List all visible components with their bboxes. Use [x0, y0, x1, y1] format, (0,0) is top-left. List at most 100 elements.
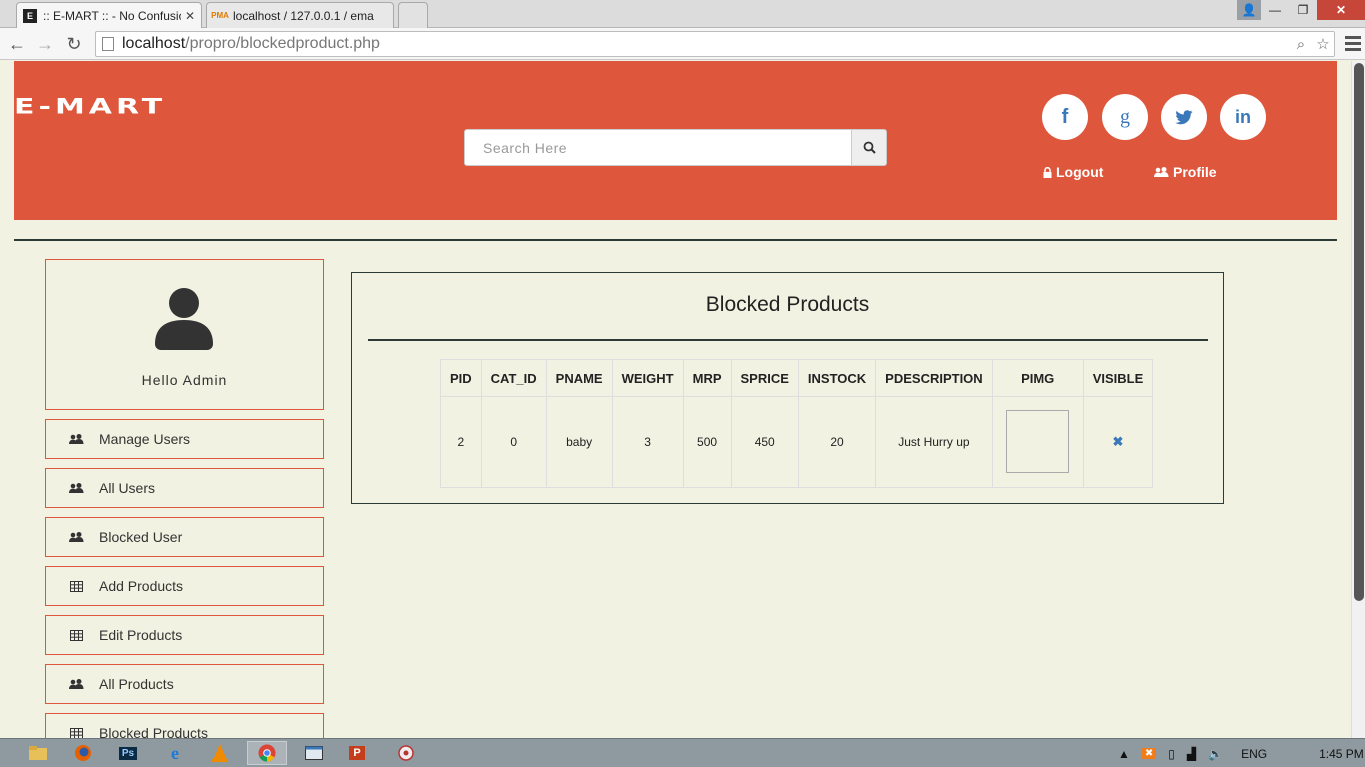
title-divider: [368, 339, 1208, 341]
close-tab-icon[interactable]: ✕: [185, 9, 195, 23]
sidebar-item-label: Manage Users: [99, 431, 191, 447]
page-scrollbar[interactable]: [1351, 61, 1365, 738]
logout-label: Logout: [1056, 164, 1104, 180]
chrome-icon[interactable]: [247, 741, 287, 765]
sidebar-item-all-products[interactable]: All Products: [45, 664, 324, 704]
search-zoom-icon[interactable]: ⌕: [1290, 36, 1312, 53]
address-bar[interactable]: localhost/propro/blockedproduct.php ⌕ ☆: [95, 31, 1335, 57]
users-icon: [67, 481, 85, 495]
browser-tab-strip: E :: E-MART :: - No Confusio ✕ PMA local…: [0, 0, 1365, 28]
bookmark-star-icon[interactable]: ☆: [1312, 35, 1334, 53]
show-hidden-icons-icon[interactable]: ▲: [1118, 747, 1130, 761]
broken-image-placeholder: [1006, 409, 1070, 473]
sidebar-item-label: All Users: [99, 480, 156, 496]
unblock-x-icon[interactable]: ✖: [1113, 434, 1124, 449]
forward-arrow-icon[interactable]: →: [33, 32, 57, 56]
sidebar-item-all-users[interactable]: All Users: [45, 468, 324, 508]
browser-tab-phpmyadmin[interactable]: PMA localhost / 127.0.0.1 / ema: [206, 2, 394, 28]
admin-profile-card: Hello Admin: [45, 259, 324, 410]
paint-app-icon[interactable]: [386, 741, 426, 765]
column-header: MRP: [682, 359, 732, 397]
sidebar-item-blocked-user[interactable]: Blocked User: [45, 517, 324, 557]
column-header: CAT_ID: [480, 359, 547, 397]
cell-pid: 2: [440, 396, 482, 488]
sidebar-item-label: All Products: [99, 676, 174, 692]
cell-pname: baby: [545, 396, 613, 488]
profile-label: Profile: [1173, 164, 1217, 180]
reload-icon[interactable]: ↻: [62, 32, 86, 56]
maximize-icon[interactable]: ❐: [1289, 0, 1317, 20]
profile-link[interactable]: Profile: [1154, 164, 1217, 180]
close-window-icon[interactable]: ✕: [1317, 0, 1365, 20]
emart-favicon-icon: E: [23, 8, 37, 23]
users-icon: [1154, 166, 1169, 177]
users-icon: [67, 677, 85, 691]
internet-explorer-icon[interactable]: e: [155, 741, 195, 765]
column-header: VISIBLE: [1082, 359, 1154, 397]
user-avatar-icon: [155, 288, 213, 350]
user-profile-icon[interactable]: 👤: [1237, 0, 1261, 20]
column-header: PIMG: [991, 359, 1084, 397]
vlc-icon[interactable]: [200, 741, 240, 765]
minimize-icon[interactable]: —: [1261, 0, 1289, 20]
back-arrow-icon[interactable]: ←: [5, 32, 29, 56]
firefox-icon[interactable]: [63, 741, 103, 765]
clock[interactable]: 1:45 PM: [1319, 747, 1364, 761]
column-header: PNAME: [545, 359, 613, 397]
facebook-icon[interactable]: f: [1042, 94, 1088, 140]
cell-mrp: 500: [682, 396, 732, 488]
file-explorer-icon[interactable]: [18, 741, 58, 765]
system-tray: ▲ ✖ ▯ ▟ 🔈 ENG 1:45 PM: [1118, 739, 1364, 767]
window-app-icon[interactable]: [294, 741, 334, 765]
logout-link[interactable]: Logout: [1043, 164, 1103, 180]
page-viewport: E-MART f g in Logout: [0, 61, 1351, 738]
browser-tab-emart[interactable]: E :: E-MART :: - No Confusio ✕: [16, 2, 202, 28]
tab-title: localhost / 127.0.0.1 / ema: [233, 8, 374, 23]
twitter-icon[interactable]: [1161, 94, 1207, 140]
windows-taskbar: Ps e P ▲ ✖ ▯ ▟ 🔈 ENG 1:45 PM: [0, 738, 1365, 767]
language-indicator[interactable]: ENG: [1241, 747, 1267, 761]
table-icon: [67, 579, 85, 593]
powerpoint-icon[interactable]: P: [337, 741, 377, 765]
column-header: PID: [440, 359, 482, 397]
products-table: PID CAT_ID PNAME WEIGHT MRP SPRICE INSTO…: [440, 359, 1154, 488]
search-button[interactable]: [852, 129, 887, 166]
search-input[interactable]: [464, 129, 852, 166]
phpmyadmin-favicon-icon: PMA: [211, 11, 229, 20]
xampp-icon[interactable]: ✖: [1141, 748, 1157, 759]
sidebar-item-label: Edit Products: [99, 627, 183, 643]
network-icon[interactable]: ▟: [1187, 747, 1196, 761]
cell-instock: 20: [797, 396, 877, 488]
sidebar-item-edit-products[interactable]: Edit Products: [45, 615, 324, 655]
lock-icon: [1043, 166, 1052, 178]
sidebar-item-blocked-products[interactable]: Blocked Products: [45, 713, 324, 738]
scrollbar-thumb[interactable]: [1354, 63, 1364, 601]
search-icon: [863, 141, 876, 154]
search-bar: [464, 129, 887, 166]
cell-pimg: [991, 396, 1084, 488]
google-icon[interactable]: g: [1102, 94, 1148, 140]
photoshop-icon[interactable]: Ps: [108, 741, 148, 765]
chrome-menu-icon[interactable]: [1345, 34, 1361, 52]
tab-title: :: E-MART :: - No Confusio: [43, 8, 181, 23]
table-header-row: PID CAT_ID PNAME WEIGHT MRP SPRICE INSTO…: [440, 359, 1154, 397]
sidebar-item-label: Blocked Products: [99, 725, 208, 738]
sidebar-item-manage-users[interactable]: Manage Users: [45, 419, 324, 459]
column-header: WEIGHT: [611, 359, 684, 397]
sidebar-item-add-products[interactable]: Add Products: [45, 566, 324, 606]
new-tab-button[interactable]: [398, 2, 428, 28]
linkedin-icon[interactable]: in: [1220, 94, 1266, 140]
column-header: INSTOCK: [797, 359, 877, 397]
browser-toolbar: ← → ↻ localhost/propro/blockedproduct.ph…: [0, 28, 1365, 60]
volume-icon[interactable]: 🔈: [1208, 747, 1223, 761]
cell-cat-id: 0: [480, 396, 547, 488]
site-logo[interactable]: E-MART: [14, 94, 166, 119]
cell-sprice: 450: [730, 396, 799, 488]
site-header: E-MART f g in Logout: [14, 61, 1337, 220]
url-text[interactable]: localhost/propro/blockedproduct.php: [122, 35, 1290, 53]
device-icon[interactable]: ▯: [1168, 747, 1175, 761]
blocked-products-panel: Blocked Products PID CAT_ID PNAME WEIGHT…: [351, 272, 1224, 504]
column-header: SPRICE: [730, 359, 799, 397]
cell-visible: ✖: [1082, 396, 1154, 488]
page-title: Blocked Products: [705, 293, 870, 316]
